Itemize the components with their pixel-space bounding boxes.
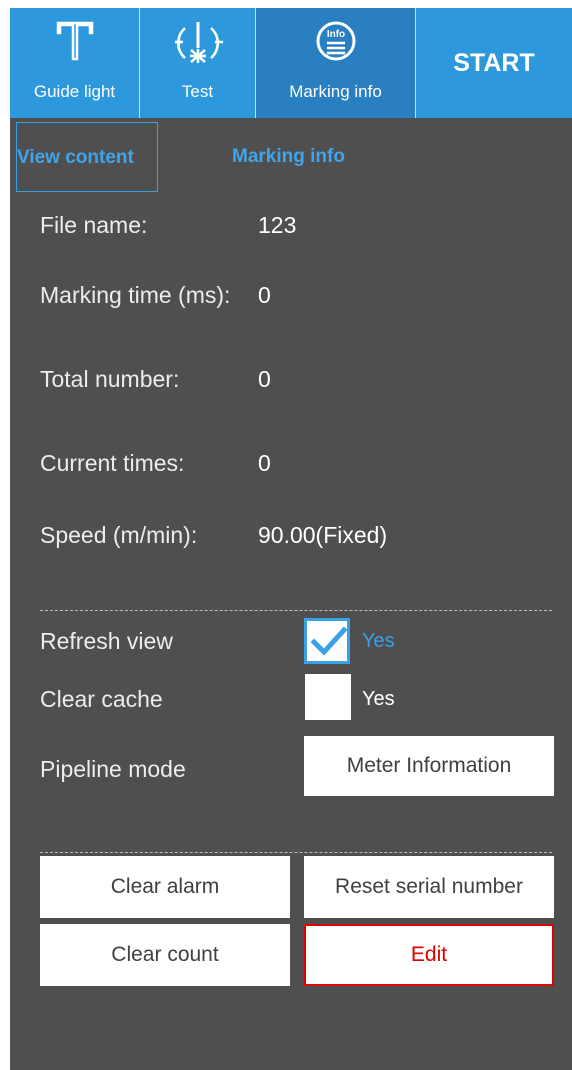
- svg-text:Info: Info: [326, 29, 344, 40]
- clear-cache-yes: Yes: [362, 688, 395, 710]
- test-label: Test: [181, 82, 214, 101]
- refresh-view-yes: Yes: [362, 630, 395, 652]
- speed-value: 90.00(Fixed): [258, 522, 388, 548]
- guide-light-icon: [55, 20, 95, 67]
- refresh-view-checkbox[interactable]: [304, 618, 350, 664]
- marking-info-button[interactable]: Info Marking info: [256, 8, 416, 118]
- toolbar: Guide light Test Info Marking info START: [10, 8, 572, 118]
- pipeline-mode-label: Pipeline mode: [40, 756, 186, 782]
- guide-light-label: Guide light: [33, 82, 116, 101]
- clear-cache-label: Clear cache: [40, 686, 163, 712]
- marking-app: Guide light Test Info Marking info START…: [0, 0, 572, 1070]
- meter-information-button[interactable]: Meter Information: [304, 736, 554, 796]
- test-button[interactable]: Test: [140, 8, 256, 118]
- marking-info-label: Marking info: [289, 82, 382, 101]
- marking-time-value: 0: [258, 282, 271, 308]
- checkmark-icon: [311, 626, 347, 656]
- tab-marking-info[interactable]: Marking info: [232, 122, 345, 192]
- tab-view-content[interactable]: View content: [16, 122, 158, 192]
- divider: [40, 852, 552, 853]
- current-times-value: 0: [258, 450, 271, 476]
- file-name-label: File name:: [40, 212, 148, 238]
- total-number-value: 0: [258, 366, 271, 392]
- guide-light-button[interactable]: Guide light: [10, 8, 140, 118]
- start-label: START: [453, 49, 535, 77]
- marking-time-label: Marking time (ms):: [40, 282, 231, 308]
- clear-cache-checkbox[interactable]: [305, 674, 351, 720]
- test-laser-icon: [169, 20, 227, 71]
- clear-alarm-button[interactable]: Clear alarm: [40, 856, 290, 918]
- divider: [40, 610, 552, 611]
- total-number-label: Total number:: [40, 366, 180, 392]
- marking-info-panel: View content Marking info File name: 123…: [10, 118, 572, 1070]
- refresh-view-label: Refresh view: [40, 628, 173, 654]
- file-name-value: 123: [258, 212, 297, 238]
- edit-button[interactable]: Edit: [304, 924, 554, 986]
- info-icon: Info: [315, 20, 357, 67]
- start-button[interactable]: START: [416, 8, 572, 118]
- reset-serial-number-button[interactable]: Reset serial number: [304, 856, 554, 918]
- clear-count-button[interactable]: Clear count: [40, 924, 290, 986]
- speed-label: Speed (m/min):: [40, 522, 198, 548]
- current-times-label: Current times:: [40, 450, 185, 476]
